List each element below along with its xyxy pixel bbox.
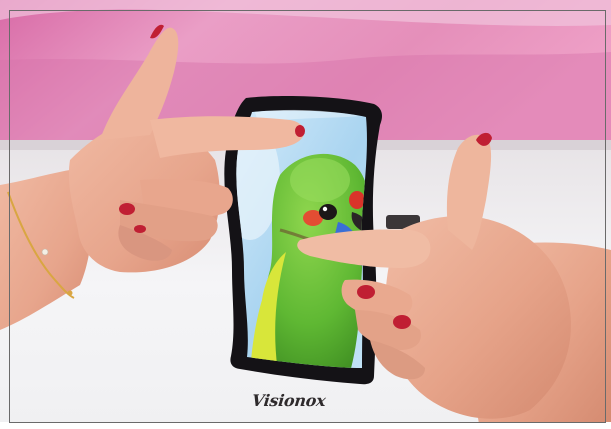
photo-illustration (0, 0, 611, 429)
brand-logo: Visionox (251, 391, 327, 410)
photo: Visionox (0, 0, 611, 429)
